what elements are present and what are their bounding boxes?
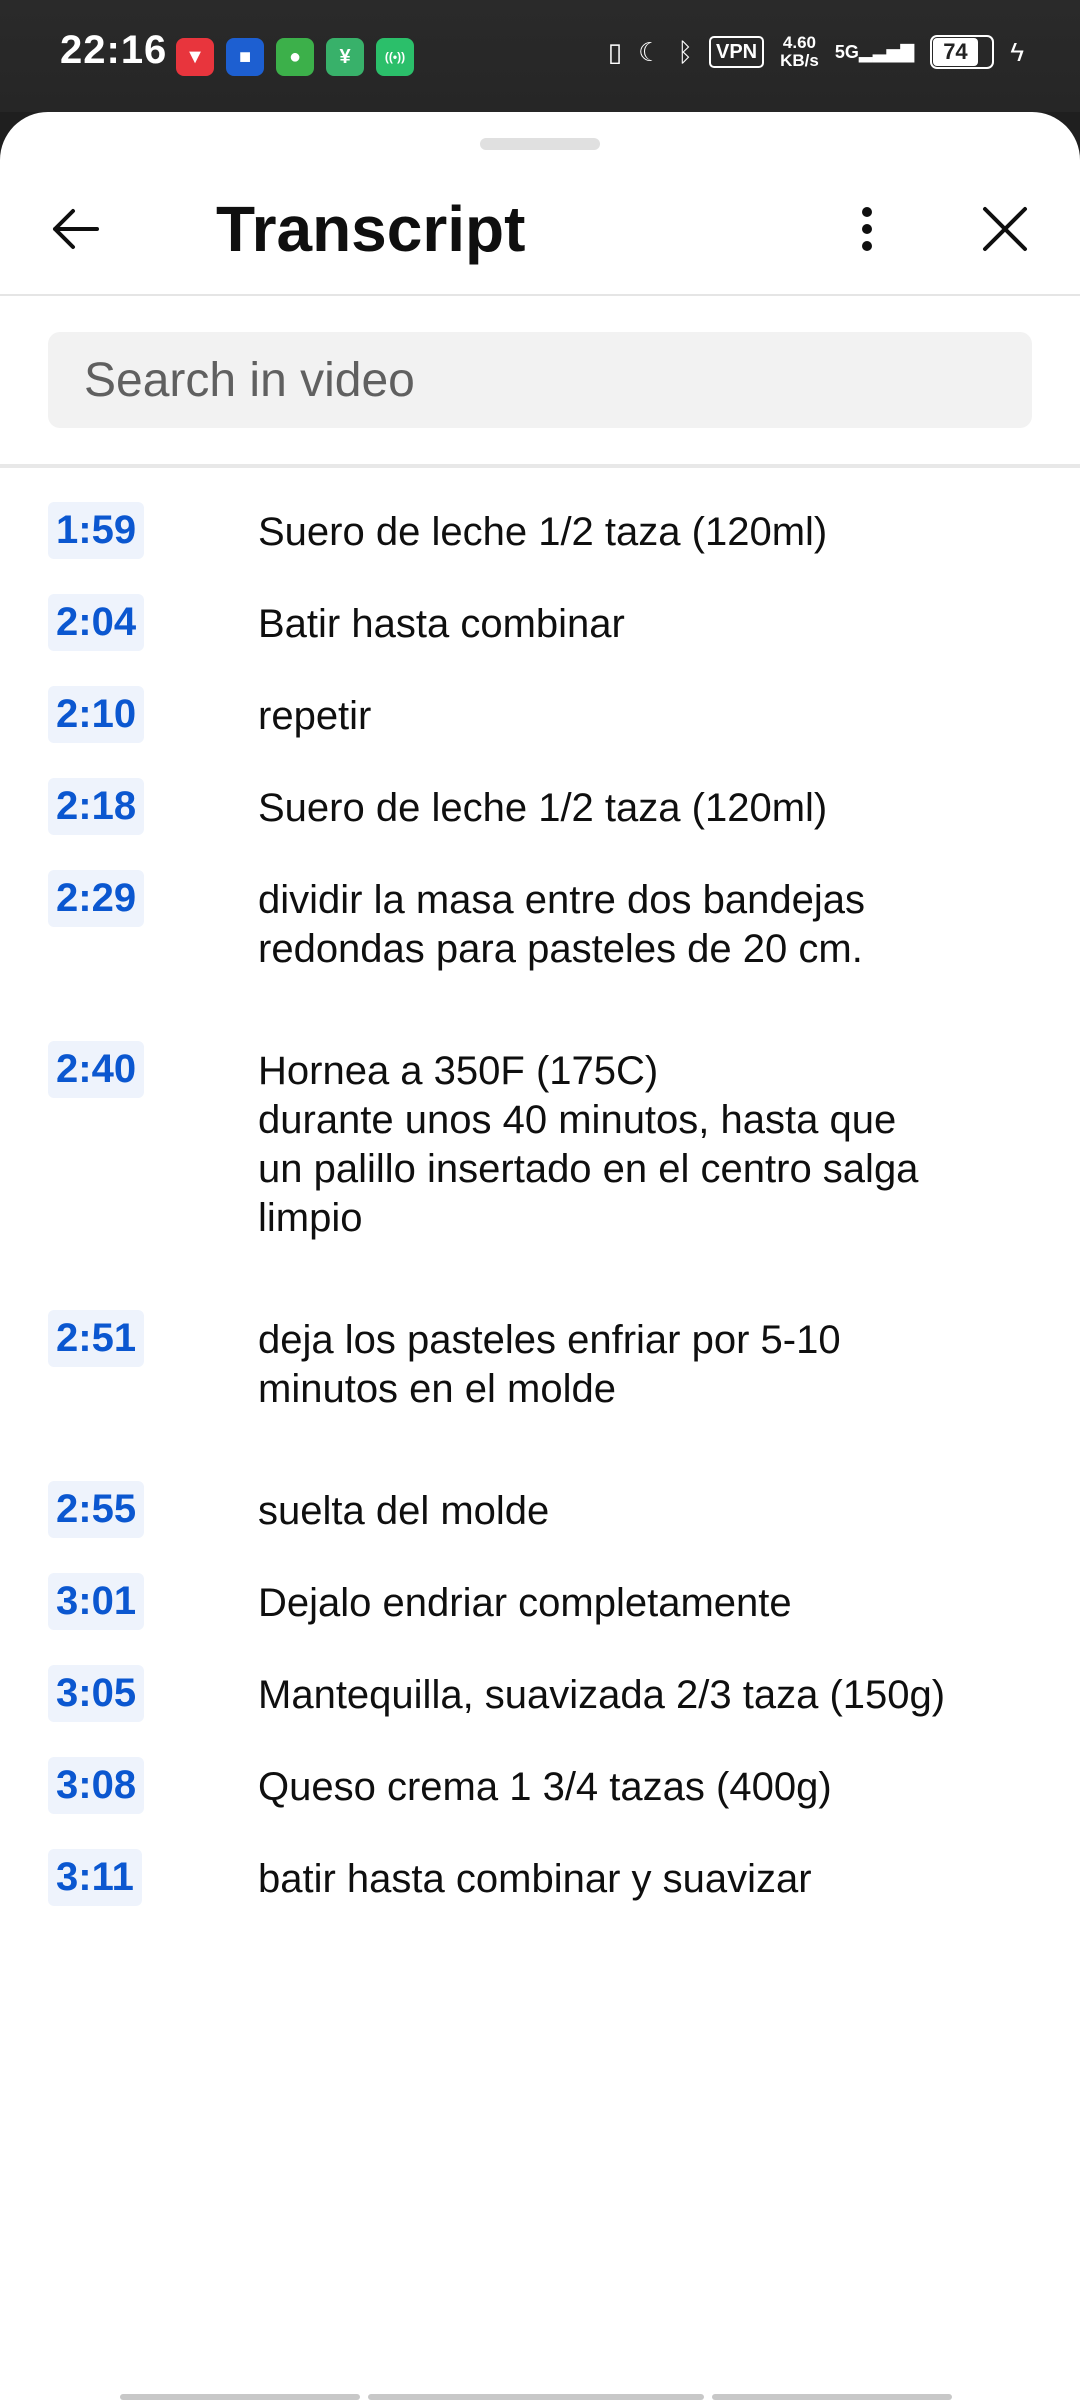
close-button[interactable] (970, 194, 1040, 264)
bluetooth-icon: ᛒ (677, 36, 693, 67)
search-divider (0, 464, 1080, 468)
scroll-segment (368, 2394, 704, 2400)
battery-level: 74 (933, 38, 978, 66)
transcript-row[interactable]: 2:18 Suero de leche 1/2 taza (120ml) (0, 778, 1080, 835)
transcript-row[interactable]: 2:04 Batir hasta combinar (0, 594, 1080, 651)
arrow-left-icon (53, 209, 99, 249)
transcript-row[interactable]: 2:10 repetir (0, 686, 1080, 743)
transcript-text: suelta del molde (258, 1489, 550, 1533)
timestamp-link[interactable]: 2:10 (48, 686, 145, 743)
more-vert-dot (862, 241, 872, 251)
timestamp-link[interactable]: 2:18 (48, 778, 145, 835)
timestamp-link[interactable]: 2:04 (48, 594, 145, 651)
timestamp-link[interactable]: 2:40 (48, 1041, 145, 1098)
transcript-text: Batir hasta combinar (258, 602, 625, 646)
transcript-text: dividir la masa entre dos bandejas redon… (258, 878, 866, 971)
transcript-panel: Transcript 1:59 Suero de leche 1/2 taza (… (0, 112, 1080, 2400)
transcript-row[interactable]: 1:59 Suero de leche 1/2 taza (120ml) (0, 502, 1080, 559)
transcript-row[interactable]: 3:01 Dejalo endriar completamente (0, 1573, 1080, 1630)
transcript-row[interactable]: 2:51 deja los pasteles enfriar por 5-10 m… (0, 1310, 1080, 1414)
more-vert-icon (862, 207, 872, 217)
transcript-text: Dejalo endriar completamente (258, 1581, 792, 1625)
drag-handle[interactable] (480, 138, 600, 150)
hotspot-icon: ((•)) (376, 38, 414, 76)
scroll-segment (120, 2394, 360, 2400)
more-vert-dot (862, 224, 872, 234)
timestamp-link[interactable]: 3:11 (48, 1849, 142, 1906)
transcript-text: Hornea a 350F (175C) durante unos 40 min… (258, 1049, 919, 1240)
status-bar: 22:16 ▼ ■ ● ¥ ((•)) ▯ ☾ ᛒ VPN 4.60 KB/s 5G▂▃… (0, 0, 1080, 112)
app-red-icon: ▼ (176, 38, 214, 76)
panel-header: Transcript (0, 172, 1080, 292)
transcript-row[interactable]: 2:29 dividir la masa entre dos bandejas r… (0, 870, 1080, 974)
speed-unit: KB/s (780, 51, 819, 70)
timestamp-link[interactable]: 2:51 (48, 1310, 145, 1367)
status-time: 22:16 (60, 28, 168, 72)
transcript-text: Queso crema 1 3/4 tazas (400g) (258, 1765, 832, 1809)
transcript-text: Suero de leche 1/2 taza (120ml) (258, 786, 828, 830)
network-type: 5G (834, 41, 859, 62)
timestamp-link[interactable]: 2:55 (48, 1481, 145, 1538)
page-title: Transcript (216, 193, 526, 265)
transcript-text: batir hasta combinar y suavizar (258, 1857, 812, 1901)
status-indicators: ▯ ☾ ᛒ VPN 4.60 KB/s 5G▂▃▅▇ 74 ϟ (608, 34, 1024, 70)
bottom-scroll-indicator[interactable] (120, 2394, 952, 2400)
timestamp-link[interactable]: 2:29 (48, 870, 145, 927)
speed-value: 4.60 (782, 33, 817, 52)
app-green-icon: ¥ (326, 38, 364, 76)
transcript-text: repetir (258, 694, 372, 738)
signal-icon: 5G▂▃▅▇ (834, 41, 915, 62)
search-input[interactable] (48, 332, 1032, 428)
vpn-badge: VPN (708, 36, 765, 68)
transcript-row[interactable]: 2:40 Hornea a 350F (175C) durante unos 40… (0, 1041, 1080, 1243)
header-divider (0, 294, 1080, 296)
timestamp-link[interactable]: 3:08 (48, 1757, 145, 1814)
scroll-segment (712, 2394, 952, 2400)
transcript-row[interactable]: 2:55 suelta del molde (0, 1481, 1080, 1538)
timestamp-link[interactable]: 3:01 (48, 1573, 145, 1630)
chrome-icon: ● (276, 38, 314, 76)
moon-icon: ☾ (638, 36, 662, 67)
transcript-text: deja los pasteles enfriar por 5-10 minut… (258, 1318, 841, 1411)
network-speed: 4.60 KB/s (780, 34, 819, 70)
close-icon (983, 207, 1027, 251)
notification-icons: ▼ ■ ● ¥ ((•)) (176, 38, 414, 76)
vibrate-icon: ▯ (607, 36, 623, 67)
back-button[interactable] (40, 194, 110, 264)
battery-icon: 74 (930, 35, 995, 69)
app-blue-icon: ■ (226, 38, 264, 76)
transcript-text: Suero de leche 1/2 taza (120ml) (258, 510, 828, 554)
transcript-text: Mantequilla, suavizada 2/3 taza (150g) (258, 1673, 946, 1717)
transcript-row[interactable]: 3:05 Mantequilla, suavizada 2/3 taza (150… (0, 1665, 1080, 1722)
charging-icon: ϟ (1010, 36, 1024, 67)
timestamp-link[interactable]: 3:05 (48, 1665, 145, 1722)
timestamp-link[interactable]: 1:59 (48, 502, 145, 559)
transcript-row[interactable]: 3:08 Queso crema 1 3/4 tazas (400g) (0, 1757, 1080, 1814)
more-options-button[interactable] (832, 194, 902, 264)
transcript-row[interactable]: 3:11 batir hasta combinar y suavizar (0, 1849, 1080, 1906)
